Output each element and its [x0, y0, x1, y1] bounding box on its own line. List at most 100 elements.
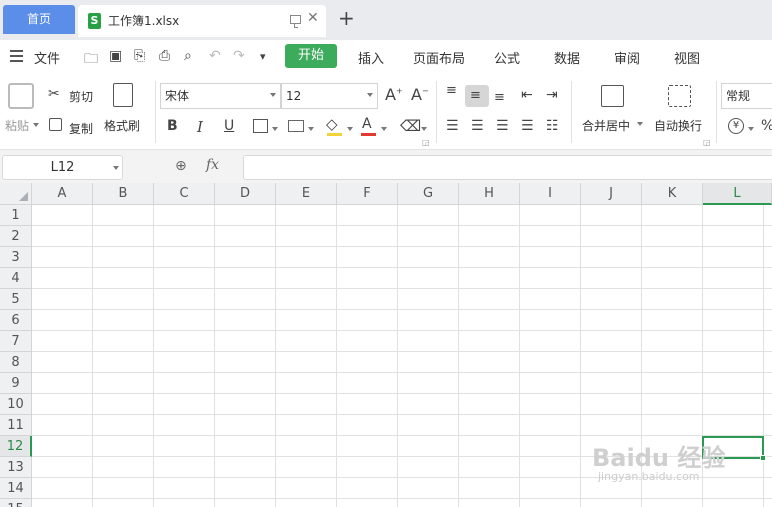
row-header-15[interactable]: 15 [0, 499, 32, 507]
underline-icon[interactable]: U [224, 118, 234, 134]
font-name-select[interactable]: 宋体 [160, 83, 281, 109]
restore-window-icon[interactable] [290, 15, 301, 28]
paste-icon[interactable] [8, 83, 34, 109]
home-tab[interactable]: 首页 [3, 5, 75, 34]
save-icon[interactable]: ▣ [109, 48, 122, 64]
number-format-select[interactable]: 常规 [721, 83, 772, 109]
tab-formulas[interactable]: 公式 [494, 48, 520, 67]
redo-icon[interactable]: ↷ [233, 48, 245, 64]
row-header-4[interactable]: 4 [0, 268, 32, 289]
row-header-8[interactable]: 8 [0, 352, 32, 373]
align-top-icon[interactable]: ≡ [446, 84, 457, 97]
increase-font-size-icon[interactable]: A+ [385, 85, 403, 104]
column-header-f[interactable]: F [337, 183, 398, 205]
row-header-12[interactable]: 12 [0, 436, 32, 457]
align-left-icon[interactable]: ☰ [446, 118, 459, 134]
print-icon[interactable]: ⎙ [159, 48, 170, 64]
alignment-dialog-launcher-icon[interactable]: ◲ [703, 138, 711, 147]
format-painter-icon[interactable] [113, 83, 133, 107]
row-header-10[interactable]: 10 [0, 394, 32, 415]
column-header-k[interactable]: K [642, 183, 703, 205]
cut-button[interactable]: 剪切 [69, 88, 93, 105]
currency-dropdown-arrow-icon[interactable] [748, 127, 754, 131]
copy-button[interactable]: 复制 [69, 120, 93, 137]
wrap-text-button[interactable]: 自动换行 [654, 117, 702, 134]
row-header-3[interactable]: 3 [0, 247, 32, 268]
eraser-icon[interactable]: ⌫ [400, 117, 421, 135]
column-header-b[interactable]: B [93, 183, 154, 205]
font-size-select[interactable]: 12 [281, 83, 378, 109]
name-box[interactable]: L12 [2, 155, 123, 180]
select-all-corner[interactable] [0, 183, 32, 205]
font-color-dropdown-arrow-icon[interactable] [381, 127, 387, 131]
print-preview-icon[interactable]: ⌕ [184, 48, 192, 64]
merge-dropdown-arrow-icon[interactable] [637, 122, 643, 126]
column-header-j[interactable]: J [581, 183, 642, 205]
increase-indent-icon[interactable]: ⇥ [546, 87, 558, 103]
column-header-h[interactable]: H [459, 183, 520, 205]
border-dropdown-arrow-icon[interactable] [272, 127, 278, 131]
open-folder-icon[interactable]: 🗀 [84, 48, 98, 72]
scissors-icon[interactable]: ✂ [48, 86, 60, 102]
merge-cells-icon[interactable] [601, 85, 624, 107]
align-bottom-icon[interactable]: ≡ [494, 90, 505, 105]
italic-icon[interactable]: I [197, 118, 203, 136]
column-header-d[interactable]: D [215, 183, 276, 205]
paste-dropdown-arrow-icon[interactable] [33, 123, 39, 127]
tab-review[interactable]: 审阅 [614, 48, 640, 67]
distributed-align-icon[interactable]: ☷ [546, 118, 559, 134]
new-tab-icon[interactable]: + [338, 6, 355, 30]
column-header-g[interactable]: G [398, 183, 459, 205]
bold-icon[interactable]: B [167, 118, 178, 134]
decrease-font-size-icon[interactable]: A− [411, 85, 429, 104]
row-header-14[interactable]: 14 [0, 478, 32, 499]
export-pdf-icon[interactable]: ⎘ [134, 48, 145, 64]
merge-center-button[interactable]: 合并居中 [582, 117, 630, 134]
formula-input[interactable] [243, 155, 772, 180]
column-header-c[interactable]: C [154, 183, 215, 205]
zoom-search-icon[interactable]: ⊕ [175, 158, 187, 174]
close-tab-icon[interactable]: ✕ [307, 10, 319, 26]
align-right-icon[interactable]: ☰ [496, 118, 509, 134]
row-header-6[interactable]: 6 [0, 310, 32, 331]
tab-start[interactable]: 开始 [285, 44, 337, 68]
column-header-i[interactable]: I [520, 183, 581, 205]
row-header-5[interactable]: 5 [0, 289, 32, 310]
font-color-icon[interactable]: A [362, 116, 372, 132]
tab-insert[interactable]: 插入 [358, 48, 384, 67]
fill-handle[interactable] [760, 455, 766, 461]
justify-icon[interactable]: ☰ [521, 118, 534, 134]
paste-button[interactable]: 粘贴 [5, 117, 29, 134]
column-header-l[interactable]: L [703, 183, 772, 205]
column-header-e[interactable]: E [276, 183, 337, 205]
format-painter-button[interactable]: 格式刷 [104, 117, 140, 134]
worksheet-grid[interactable]: ABCDEFGHIJKL 123456789101112131415 Baidu… [0, 183, 772, 507]
insert-function-icon[interactable]: fx [206, 157, 219, 173]
align-center-icon[interactable]: ☰ [471, 118, 484, 134]
row-header-7[interactable]: 7 [0, 331, 32, 352]
row-header-1[interactable]: 1 [0, 205, 32, 226]
copy-icon[interactable] [49, 118, 62, 131]
row-header-9[interactable]: 9 [0, 373, 32, 394]
file-menu[interactable]: 文件 [34, 48, 60, 67]
tab-page-layout[interactable]: 页面布局 [413, 48, 465, 67]
tab-view[interactable]: 视图 [674, 48, 700, 67]
align-middle-icon[interactable]: ≡ [470, 88, 481, 103]
row-header-13[interactable]: 13 [0, 457, 32, 478]
font-dialog-launcher-icon[interactable]: ◲ [422, 138, 430, 147]
row-header-11[interactable]: 11 [0, 415, 32, 436]
workbook-tab[interactable]: S 工作簿1.xlsx ✕ [78, 5, 326, 37]
currency-icon[interactable]: ¥ [728, 118, 744, 134]
customize-toolbar-icon[interactable]: ▾ [260, 50, 266, 63]
clear-dropdown-arrow-icon[interactable] [421, 127, 427, 131]
fill-color-dropdown-arrow-icon[interactable] [347, 127, 353, 131]
hamburger-menu-icon[interactable] [10, 50, 23, 62]
wrap-text-icon[interactable] [668, 85, 691, 107]
row-header-2[interactable]: 2 [0, 226, 32, 247]
percent-icon[interactable]: % [761, 118, 772, 134]
decrease-indent-icon[interactable]: ⇤ [521, 87, 533, 103]
fill-color-icon[interactable]: ◇ [326, 115, 338, 133]
border-icon[interactable] [253, 119, 268, 133]
cell-style-dropdown-arrow-icon[interactable] [308, 127, 314, 131]
cell-style-icon[interactable] [288, 120, 304, 132]
